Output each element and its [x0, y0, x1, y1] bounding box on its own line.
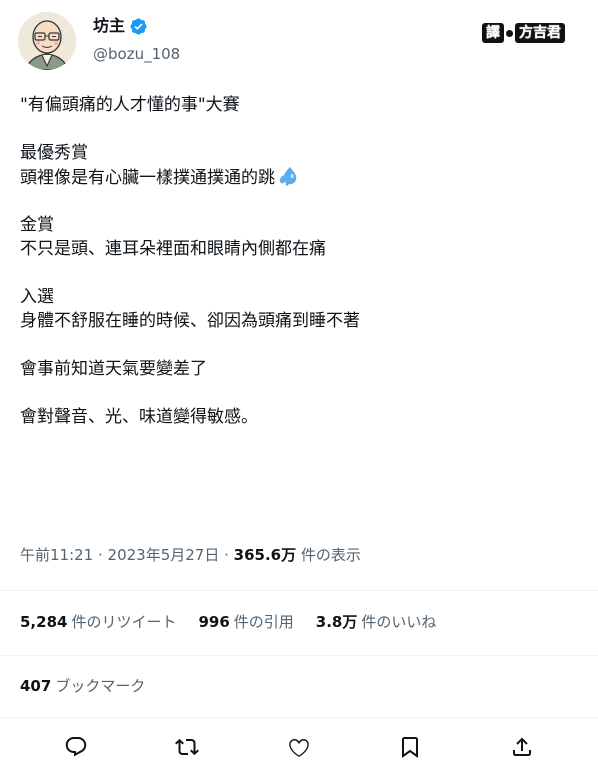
meta-separator: · [93, 546, 108, 564]
share-icon [513, 737, 531, 756]
likes-stat[interactable]: 3.8万 件のいいね [316, 612, 437, 632]
tweet-line-with-emoji: 頭裡像是有心臟一樣撲通撲通的跳 [20, 165, 580, 189]
tweet-line: 金賞 [20, 215, 54, 235]
views-count: 365.6万 [233, 546, 297, 564]
tweet-line: "有偏頭痛的人才懂的事"大賽 [20, 95, 240, 115]
tweet-line: 會對聲音、光、味道變得敏感。 [20, 407, 258, 427]
tweet-actions [0, 732, 598, 762]
translator-name: 方吉君 [515, 23, 565, 43]
tweet-line: 身體不舒服在睡的時候、卻因為頭痛到睡不著 [20, 311, 360, 331]
sweat-droplets-icon [277, 165, 299, 187]
bookmark-button[interactable] [395, 732, 425, 762]
tweet-line-text: 頭裡像是有心臟一樣撲通撲通的跳 [20, 168, 275, 188]
retweet-button[interactable] [172, 732, 202, 762]
divider [0, 655, 598, 656]
engagement-stats: 5,284 件のリツイート 996 件の引用 3.8万 件のいいね [20, 612, 436, 632]
retweets-label: 件のリツイート [71, 613, 177, 631]
tweet-line: 不只是頭、連耳朵裡面和眼睛內側都在痛 [20, 239, 326, 259]
retweets-count: 5,284 [20, 613, 68, 631]
divider [0, 590, 598, 591]
tweet-meta: 午前11:21 · 2023年5月27日 · 365.6万 件の表示 [20, 545, 361, 565]
bookmarks-stat: 407 ブックマーク [20, 676, 145, 696]
tweet-date[interactable]: 2023年5月27日 [108, 546, 220, 564]
translator-watermark: 譯 方吉君 [482, 23, 565, 43]
heart-icon [289, 739, 309, 757]
avatar-illustration [18, 12, 76, 70]
likes-label: 件のいいね [361, 613, 437, 631]
divider [0, 717, 598, 718]
quotes-stat[interactable]: 996 件の引用 [198, 612, 293, 632]
bookmarks-count: 407 [20, 677, 52, 695]
translator-prefix: 譯 [482, 23, 504, 43]
quotes-label: 件の引用 [233, 613, 294, 631]
reply-icon [65, 737, 87, 757]
views-label: 件の表示 [296, 546, 361, 564]
tweet-line: 最優秀賞 [20, 143, 88, 163]
tweet-line: 會事前知道天氣要變差了 [20, 359, 207, 379]
retweets-stat[interactable]: 5,284 件のリツイート [20, 612, 176, 632]
avatar[interactable] [18, 12, 76, 70]
bookmark-icon [402, 737, 418, 758]
tweet-time[interactable]: 午前11:21 [20, 546, 93, 564]
author-name-text[interactable]: 坊主 [93, 16, 125, 36]
quotes-count: 996 [198, 613, 230, 631]
author-handle[interactable]: @bozu_108 [93, 44, 180, 64]
tweet-line: 入選 [20, 287, 54, 307]
bookmarks-label: ブックマーク [55, 677, 146, 695]
reply-button[interactable] [61, 732, 91, 762]
translator-separator-dot [506, 29, 513, 37]
tweet-header: 坊主 @bozu_108 譯 方吉君 [0, 0, 598, 82]
tweet-text: "有偏頭痛的人才懂的事"大賽 最優秀賞 頭裡像是有心臟一樣撲通撲通的跳 金賞 不… [20, 93, 580, 429]
likes-count: 3.8万 [315, 613, 358, 631]
like-button[interactable] [284, 732, 314, 762]
retweet-icon [175, 738, 199, 756]
share-button[interactable] [507, 732, 537, 762]
meta-separator: · [219, 546, 234, 564]
verified-badge-icon [129, 17, 148, 36]
author-name[interactable]: 坊主 [93, 16, 148, 36]
